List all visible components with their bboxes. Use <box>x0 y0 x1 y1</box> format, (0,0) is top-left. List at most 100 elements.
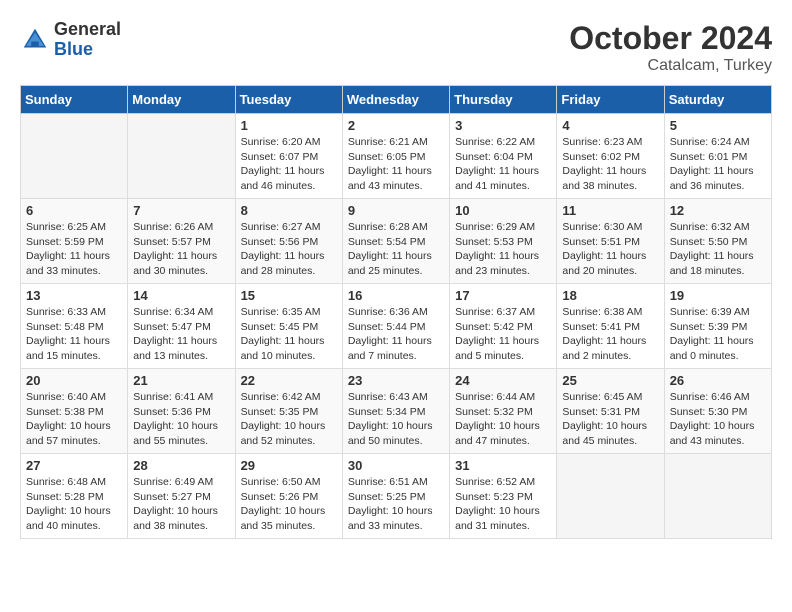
title-area: October 2024 Catalcam, Turkey <box>569 20 772 75</box>
day-number: 24 <box>455 373 551 388</box>
day-header-sunday: Sunday <box>21 86 128 114</box>
calendar-cell: 14 Sunrise: 6:34 AMSunset: 5:47 PMDayligh… <box>128 284 235 369</box>
day-number: 11 <box>562 203 658 218</box>
day-info: Sunrise: 6:36 AMSunset: 5:44 PMDaylight:… <box>348 305 444 364</box>
day-number: 15 <box>241 288 337 303</box>
page-header: General Blue October 2024 Catalcam, Turk… <box>20 20 772 75</box>
day-info: Sunrise: 6:40 AMSunset: 5:38 PMDaylight:… <box>26 390 122 449</box>
location-subtitle: Catalcam, Turkey <box>569 57 772 75</box>
day-number: 19 <box>670 288 766 303</box>
day-number: 9 <box>348 203 444 218</box>
day-number: 31 <box>455 458 551 473</box>
day-number: 1 <box>241 118 337 133</box>
calendar-cell: 9 Sunrise: 6:28 AMSunset: 5:54 PMDaylight… <box>342 199 449 284</box>
calendar-cell <box>21 114 128 199</box>
logo: General Blue <box>20 20 121 60</box>
day-number: 2 <box>348 118 444 133</box>
day-info: Sunrise: 6:32 AMSunset: 5:50 PMDaylight:… <box>670 220 766 279</box>
calendar-cell: 1 Sunrise: 6:20 AMSunset: 6:07 PMDaylight… <box>235 114 342 199</box>
calendar-cell: 27Sunrise: 6:48 AMSunset: 5:28 PMDayligh… <box>21 454 128 539</box>
week-row-4: 20Sunrise: 6:40 AMSunset: 5:38 PMDayligh… <box>21 369 772 454</box>
calendar-cell <box>664 454 771 539</box>
calendar-cell: 21 Sunrise: 6:41 AMSunset: 5:36 PMDayligh… <box>128 369 235 454</box>
calendar-cell: 29Sunrise: 6:50 AMSunset: 5:26 PMDayligh… <box>235 454 342 539</box>
week-row-1: 1 Sunrise: 6:20 AMSunset: 6:07 PMDaylight… <box>21 114 772 199</box>
calendar-cell: 3 Sunrise: 6:22 AMSunset: 6:04 PMDaylight… <box>450 114 557 199</box>
week-row-5: 27Sunrise: 6:48 AMSunset: 5:28 PMDayligh… <box>21 454 772 539</box>
calendar-cell: 24 Sunrise: 6:44 AMSunset: 5:32 PMDayligh… <box>450 369 557 454</box>
day-info: Sunrise: 6:26 AMSunset: 5:57 PMDaylight:… <box>133 220 229 279</box>
day-info: Sunrise: 6:48 AMSunset: 5:28 PMDaylight:… <box>26 475 122 534</box>
calendar-cell: 26 Sunrise: 6:46 AMSunset: 5:30 PMDayligh… <box>664 369 771 454</box>
week-row-3: 13Sunrise: 6:33 AMSunset: 5:48 PMDayligh… <box>21 284 772 369</box>
day-info: Sunrise: 6:24 AMSunset: 6:01 PMDaylight:… <box>670 135 766 194</box>
calendar-cell: 22Sunrise: 6:42 AMSunset: 5:35 PMDayligh… <box>235 369 342 454</box>
day-info: Sunrise: 6:46 AMSunset: 5:30 PMDaylight:… <box>670 390 766 449</box>
day-info: Sunrise: 6:29 AMSunset: 5:53 PMDaylight:… <box>455 220 551 279</box>
calendar-cell: 19Sunrise: 6:39 AMSunset: 5:39 PMDayligh… <box>664 284 771 369</box>
calendar-cell: 30Sunrise: 6:51 AMSunset: 5:25 PMDayligh… <box>342 454 449 539</box>
calendar-cell: 11 Sunrise: 6:30 AMSunset: 5:51 PMDayligh… <box>557 199 664 284</box>
day-info: Sunrise: 6:44 AMSunset: 5:32 PMDaylight:… <box>455 390 551 449</box>
calendar-cell: 7 Sunrise: 6:26 AMSunset: 5:57 PMDaylight… <box>128 199 235 284</box>
day-number: 7 <box>133 203 229 218</box>
day-number: 25 <box>562 373 658 388</box>
logo-blue-text: Blue <box>54 40 121 60</box>
day-info: Sunrise: 6:37 AMSunset: 5:42 PMDaylight:… <box>455 305 551 364</box>
month-title: October 2024 <box>569 20 772 57</box>
calendar-cell: 20Sunrise: 6:40 AMSunset: 5:38 PMDayligh… <box>21 369 128 454</box>
day-info: Sunrise: 6:20 AMSunset: 6:07 PMDaylight:… <box>241 135 337 194</box>
day-number: 10 <box>455 203 551 218</box>
day-info: Sunrise: 6:22 AMSunset: 6:04 PMDaylight:… <box>455 135 551 194</box>
calendar-cell <box>128 114 235 199</box>
calendar-cell: 5Sunrise: 6:24 AMSunset: 6:01 PMDaylight… <box>664 114 771 199</box>
day-header-saturday: Saturday <box>664 86 771 114</box>
calendar-cell: 10 Sunrise: 6:29 AMSunset: 5:53 PMDayligh… <box>450 199 557 284</box>
day-number: 23 <box>348 373 444 388</box>
calendar-cell: 2Sunrise: 6:21 AMSunset: 6:05 PMDaylight… <box>342 114 449 199</box>
day-header-monday: Monday <box>128 86 235 114</box>
day-info: Sunrise: 6:38 AMSunset: 5:41 PMDaylight:… <box>562 305 658 364</box>
day-info: Sunrise: 6:45 AMSunset: 5:31 PMDaylight:… <box>562 390 658 449</box>
calendar-cell: 16Sunrise: 6:36 AMSunset: 5:44 PMDayligh… <box>342 284 449 369</box>
calendar-body: 1 Sunrise: 6:20 AMSunset: 6:07 PMDaylight… <box>21 114 772 539</box>
day-number: 8 <box>241 203 337 218</box>
logo-icon <box>20 25 50 55</box>
day-number: 21 <box>133 373 229 388</box>
day-header-wednesday: Wednesday <box>342 86 449 114</box>
day-number: 30 <box>348 458 444 473</box>
calendar-cell: 13Sunrise: 6:33 AMSunset: 5:48 PMDayligh… <box>21 284 128 369</box>
calendar-cell: 23 Sunrise: 6:43 AMSunset: 5:34 PMDayligh… <box>342 369 449 454</box>
day-info: Sunrise: 6:25 AMSunset: 5:59 PMDaylight:… <box>26 220 122 279</box>
calendar-cell: 8Sunrise: 6:27 AMSunset: 5:56 PMDaylight… <box>235 199 342 284</box>
day-number: 17 <box>455 288 551 303</box>
calendar-cell: 17 Sunrise: 6:37 AMSunset: 5:42 PMDayligh… <box>450 284 557 369</box>
day-info: Sunrise: 6:30 AMSunset: 5:51 PMDaylight:… <box>562 220 658 279</box>
day-number: 12 <box>670 203 766 218</box>
day-info: Sunrise: 6:52 AMSunset: 5:23 PMDaylight:… <box>455 475 551 534</box>
day-info: Sunrise: 6:49 AMSunset: 5:27 PMDaylight:… <box>133 475 229 534</box>
day-number: 13 <box>26 288 122 303</box>
logo-text: General Blue <box>54 20 121 60</box>
day-number: 26 <box>670 373 766 388</box>
calendar-cell: 25 Sunrise: 6:45 AMSunset: 5:31 PMDayligh… <box>557 369 664 454</box>
day-info: Sunrise: 6:35 AMSunset: 5:45 PMDaylight:… <box>241 305 337 364</box>
day-number: 3 <box>455 118 551 133</box>
day-header-tuesday: Tuesday <box>235 86 342 114</box>
day-info: Sunrise: 6:23 AMSunset: 6:02 PMDaylight:… <box>562 135 658 194</box>
day-info: Sunrise: 6:50 AMSunset: 5:26 PMDaylight:… <box>241 475 337 534</box>
calendar-cell: 12 Sunrise: 6:32 AMSunset: 5:50 PMDayligh… <box>664 199 771 284</box>
calendar-cell: 6Sunrise: 6:25 AMSunset: 5:59 PMDaylight… <box>21 199 128 284</box>
calendar-cell: 18Sunrise: 6:38 AMSunset: 5:41 PMDayligh… <box>557 284 664 369</box>
day-header-friday: Friday <box>557 86 664 114</box>
day-info: Sunrise: 6:41 AMSunset: 5:36 PMDaylight:… <box>133 390 229 449</box>
day-info: Sunrise: 6:28 AMSunset: 5:54 PMDaylight:… <box>348 220 444 279</box>
day-info: Sunrise: 6:43 AMSunset: 5:34 PMDaylight:… <box>348 390 444 449</box>
day-info: Sunrise: 6:34 AMSunset: 5:47 PMDaylight:… <box>133 305 229 364</box>
logo-general-text: General <box>54 20 121 40</box>
day-number: 14 <box>133 288 229 303</box>
days-of-week-row: SundayMondayTuesdayWednesdayThursdayFrid… <box>21 86 772 114</box>
day-number: 4 <box>562 118 658 133</box>
day-number: 28 <box>133 458 229 473</box>
calendar-header: SundayMondayTuesdayWednesdayThursdayFrid… <box>21 86 772 114</box>
